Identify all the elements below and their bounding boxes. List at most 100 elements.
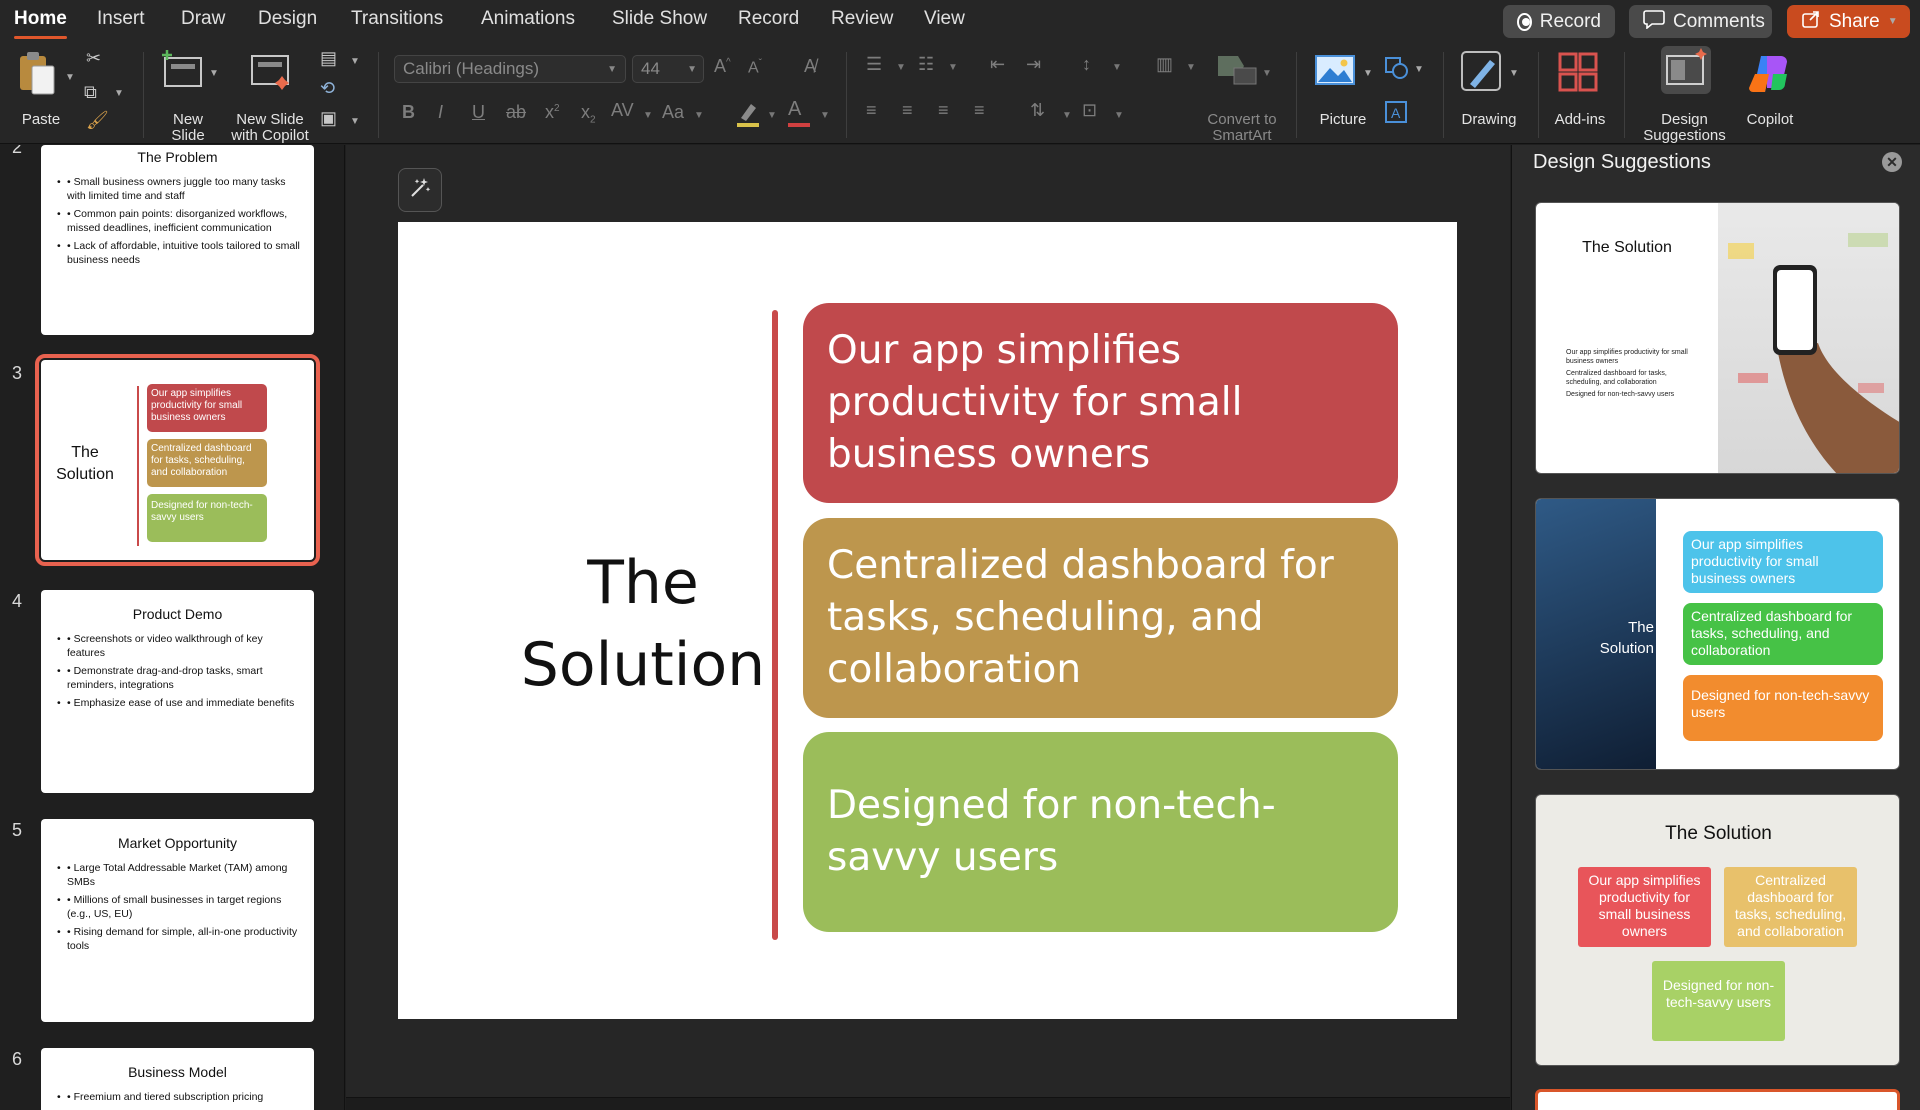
tab-home[interactable]: Home [14, 8, 67, 39]
picture-chevron-icon[interactable]: ▼ [1363, 68, 1373, 79]
font-color-chevron-icon[interactable]: ▼ [820, 110, 830, 121]
highlight-icon[interactable] [735, 100, 761, 133]
align-text-chevron-icon[interactable]: ▼ [1114, 110, 1124, 121]
paste-button[interactable]: Paste [16, 50, 76, 130]
paste-options-chevron-icon[interactable]: ▼ [65, 72, 75, 83]
font-size-dropdown[interactable]: 44 ▼ [632, 55, 704, 83]
numbering-chevron-icon[interactable]: ▼ [948, 62, 958, 73]
drawing-button[interactable]: Drawing [1454, 50, 1524, 140]
superscript-icon[interactable]: x2 [545, 102, 560, 123]
reset-icon[interactable]: ⟲ [320, 78, 335, 99]
close-icon[interactable]: ✕ [1882, 152, 1902, 172]
columns-icon[interactable]: ▥ [1156, 54, 1173, 75]
line-spacing-chevron-icon[interactable]: ▼ [1112, 62, 1122, 73]
tab-draw[interactable]: Draw [181, 8, 225, 30]
copy-icon[interactable]: ⧉ [84, 82, 97, 103]
tab-view[interactable]: View [924, 8, 965, 30]
bullets-icon[interactable]: ☰ [866, 54, 882, 75]
slide-thumbnail-2[interactable]: The Problem • Small business owners jugg… [41, 145, 314, 335]
align-center-icon[interactable]: ≡ [902, 100, 913, 121]
line-spacing-icon[interactable]: ↕ [1082, 54, 1091, 75]
font-name-dropdown[interactable]: Calibri (Headings) ▼ [394, 55, 626, 83]
tab-slide-show[interactable]: Slide Show [612, 8, 707, 30]
design-suggestion-card-4[interactable] [1535, 1089, 1900, 1110]
thumbnail-bullet: • Common pain points: disorganized workf… [55, 207, 300, 235]
change-case-chevron-icon[interactable]: ▼ [694, 110, 704, 121]
decrease-font-size-icon[interactable]: Aˇ [748, 58, 762, 77]
change-case-icon[interactable]: Aa [662, 102, 684, 123]
picture-button[interactable]: Picture [1310, 50, 1376, 140]
bullets-chevron-icon[interactable]: ▼ [896, 62, 906, 73]
design-suggestion-card-1[interactable]: The Solution Our app simplifies producti… [1535, 202, 1900, 474]
bold-icon[interactable]: B [402, 102, 415, 123]
text-direction-chevron-icon[interactable]: ▼ [1062, 110, 1072, 121]
tab-animations[interactable]: Animations [481, 8, 575, 30]
format-painter-icon[interactable]: 🖌 [86, 110, 109, 131]
highlight-chevron-icon[interactable]: ▼ [767, 110, 777, 121]
slide-content-box-3[interactable]: Designed for non-tech-savvy users [803, 732, 1398, 932]
columns-chevron-icon[interactable]: ▼ [1186, 62, 1196, 73]
ribbon-separator [378, 52, 379, 138]
copilot-button[interactable]: Copilot [1735, 50, 1805, 140]
subscript-icon[interactable]: x2 [581, 102, 596, 126]
tab-insert[interactable]: Insert [97, 8, 145, 30]
comments-button[interactable]: Comments [1629, 5, 1772, 38]
tab-review[interactable]: Review [831, 8, 893, 30]
slide-accent-line[interactable] [772, 310, 778, 940]
record-button[interactable]: Record [1503, 5, 1615, 38]
strikethrough-icon[interactable]: ab [506, 102, 526, 123]
italic-icon[interactable]: I [438, 102, 443, 123]
add-ins-button[interactable]: Add-ins [1548, 50, 1612, 140]
drawing-chevron-icon[interactable]: ▼ [1509, 68, 1519, 79]
design-suggestion-card-3[interactable]: The Solution Our app simplifies producti… [1535, 794, 1900, 1066]
thumbnail-box: Centralized dashboard for tasks, schedul… [147, 439, 267, 487]
shapes-icon[interactable] [1384, 56, 1410, 85]
increase-font-size-icon[interactable]: A^ [714, 56, 731, 77]
tab-transitions[interactable]: Transitions [351, 8, 443, 30]
copy-chevron-icon[interactable]: ▼ [114, 88, 124, 99]
new-slide-with-copilot-button[interactable]: New Slide with Copilot [228, 50, 312, 144]
decrease-indent-icon[interactable]: ⇤ [990, 54, 1005, 75]
layout-chevron-icon[interactable]: ▼ [350, 56, 360, 67]
share-button[interactable]: Share ▼ [1787, 5, 1910, 38]
slide-thumbnail-5[interactable]: Market Opportunity • Large Total Address… [41, 819, 314, 1022]
slide-thumbnail-4[interactable]: Product Demo • Screenshots or video walk… [41, 590, 314, 793]
section-chevron-icon[interactable]: ▼ [350, 116, 360, 127]
justify-icon[interactable]: ≡ [974, 100, 985, 121]
copilot-label: Copilot [1746, 111, 1794, 128]
design-suggestion-card-2[interactable]: The Solution Our app simplifies producti… [1535, 498, 1900, 770]
text-direction-icon[interactable]: ⇅ [1030, 100, 1045, 121]
ribbon-separator [1624, 52, 1625, 138]
notes-pane-divider[interactable] [346, 1097, 1510, 1110]
section-icon[interactable]: ▣ [320, 108, 337, 129]
increase-indent-icon[interactable]: ⇥ [1026, 54, 1041, 75]
numbering-icon[interactable]: ☷ [918, 54, 934, 75]
cut-icon[interactable]: ✂ [86, 48, 101, 69]
align-text-icon[interactable]: ⊡ [1082, 100, 1097, 121]
tab-design[interactable]: Design [258, 8, 317, 30]
font-color-icon[interactable]: A [788, 98, 810, 127]
new-slide-chevron-icon[interactable]: ▼ [209, 68, 219, 79]
slide-content-box-1[interactable]: Our app simplifies productivity for smal… [803, 303, 1398, 503]
designer-magic-wand-button[interactable] [398, 168, 442, 212]
current-slide[interactable]: The Solution Our app simplifies producti… [398, 222, 1457, 1019]
slide-thumbnail-6[interactable]: Business Model • Freemium and tiered sub… [41, 1048, 314, 1110]
paste-label: Paste [21, 111, 61, 128]
shapes-chevron-icon[interactable]: ▼ [1414, 64, 1424, 75]
underline-icon[interactable]: U [472, 102, 485, 123]
layout-icon[interactable]: ▤ [320, 48, 337, 69]
design-suggestions-button[interactable]: Design Suggestions [1632, 46, 1737, 144]
clear-formatting-icon[interactable]: A̸ [804, 56, 816, 77]
character-spacing-chevron-icon[interactable]: ▼ [643, 110, 653, 121]
text-box-icon[interactable]: A [1384, 100, 1408, 129]
slide-thumbnail-3-selected[interactable]: The Solution Our app simplifies producti… [35, 354, 320, 566]
slide-content-box-2[interactable]: Centralized dashboard for tasks, schedul… [803, 518, 1398, 718]
chevron-down-icon[interactable]: ▼ [1888, 16, 1898, 27]
design-suggestions-title: Design Suggestions [1533, 151, 1711, 173]
align-left-icon[interactable]: ≡ [866, 100, 877, 121]
align-right-icon[interactable]: ≡ [938, 100, 949, 121]
tab-record[interactable]: Record [738, 8, 799, 30]
new-slide-button[interactable]: New Slide [155, 50, 221, 144]
convert-to-smartart-button[interactable]: ▼ Convert to SmartArt [1196, 50, 1288, 144]
character-spacing-icon[interactable]: AV [611, 100, 634, 121]
